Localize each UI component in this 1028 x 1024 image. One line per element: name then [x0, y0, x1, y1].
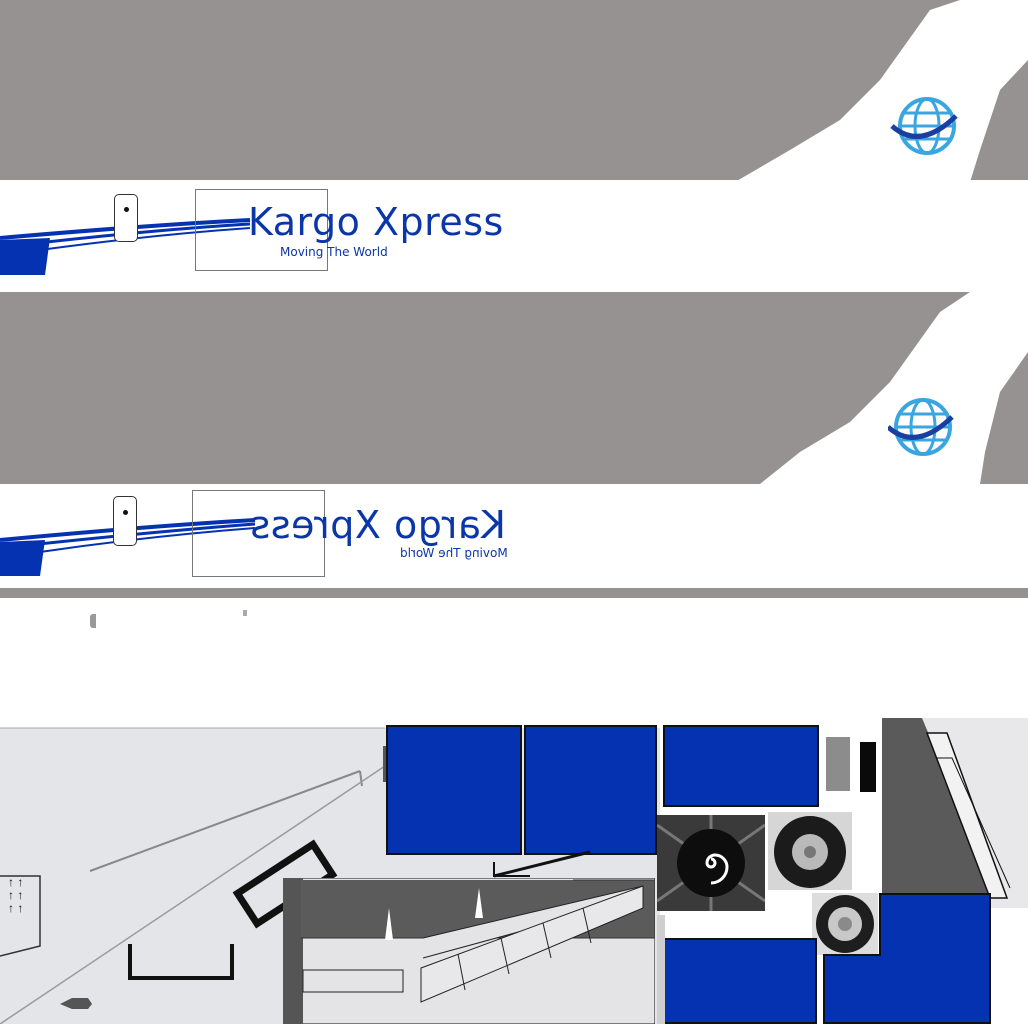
fragment-mark: [90, 614, 96, 628]
door-window-icon: [113, 496, 137, 546]
globe-logo-icon: [890, 97, 958, 155]
tail-structure-panel: [882, 718, 1028, 908]
grey-block: [826, 737, 850, 791]
brand-slogan-mirrored: Moving The World: [400, 546, 508, 560]
blue-panel-2: [524, 725, 657, 855]
blue-panel-l: [823, 893, 991, 1024]
brand-slogan: Moving The World: [280, 245, 388, 259]
tire-icon: [768, 812, 852, 890]
fuselage-detail-panel: [283, 878, 655, 1024]
gear-strip: [657, 915, 665, 1024]
blue-panel-3: [663, 725, 819, 807]
door-window-icon: [114, 194, 138, 242]
blue-panel-4: [662, 938, 817, 1024]
frame-bracket: [493, 850, 591, 878]
fragment-mark: [243, 610, 247, 616]
blue-panel-1: [386, 725, 522, 855]
brand-title-mirrored: Kargo Xpress: [250, 503, 506, 547]
arrow-up-icon: ↑ ↑ ↑ ↑ ↑ ↑: [8, 875, 24, 915]
engine-spinner-icon: [657, 815, 765, 911]
brand-title: Kargo Xpress: [248, 200, 504, 244]
black-block: [860, 742, 876, 792]
globe-logo-icon: [888, 398, 954, 456]
